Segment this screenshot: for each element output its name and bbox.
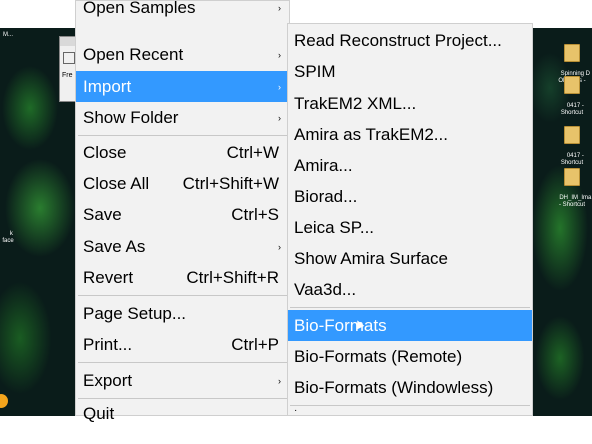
menu-item-shortcut: Ctrl+S xyxy=(231,204,279,224)
menu-item-label: Save xyxy=(83,204,122,224)
menu-item-close-all[interactable]: Close All Ctrl+Shift+W xyxy=(76,169,289,198)
menu-item-label: Vaa3d... xyxy=(294,279,357,299)
folder-icon xyxy=(564,76,580,94)
submenu-item-vaa3d[interactable]: Vaa3d... xyxy=(288,275,532,304)
desktop-shortcut-label: M... xyxy=(3,32,13,38)
menu-item-shortcut: Ctrl+Shift+R xyxy=(186,267,279,287)
menu-item-close[interactable]: Close Ctrl+W xyxy=(76,138,289,167)
submenu-arrow-icon: › xyxy=(278,375,281,386)
submenu-item-more[interactable]: · xyxy=(288,404,532,416)
submenu-arrow-icon: › xyxy=(278,2,281,13)
menu-item-label: TrakEM2 XML... xyxy=(294,93,417,113)
menu-item-label: Quit xyxy=(83,403,115,423)
submenu-arrow-icon: › xyxy=(278,241,281,252)
menu-separator xyxy=(78,362,287,363)
menu-item-label: Bio-Formats xyxy=(294,315,387,335)
menu-item-label: Bio-Formats (Windowless) xyxy=(294,377,494,397)
menu-item-label: Show Amira Surface xyxy=(294,248,449,268)
submenu-item-show-amira-surface[interactable]: Show Amira Surface xyxy=(288,244,532,273)
file-menu: Open Samples › Open Recent › Import › Sh… xyxy=(75,0,290,423)
desktop-shortcut-label: k face xyxy=(2,231,14,244)
menu-item-label: · xyxy=(294,404,298,416)
folder-icon xyxy=(564,44,580,62)
submenu-item-leica-sp[interactable]: Leica SP... xyxy=(288,213,532,242)
menu-separator xyxy=(78,295,287,296)
menu-item-open-samples[interactable]: Open Samples › xyxy=(76,0,289,22)
menu-item-quit[interactable]: Quit xyxy=(76,399,289,428)
menu-item-export[interactable]: Export › xyxy=(76,366,289,395)
submenu-arrow-icon: › xyxy=(278,112,281,123)
menu-item-label: Amira as TrakEM2... xyxy=(294,124,448,144)
menu-item-shortcut: Ctrl+W xyxy=(226,142,279,162)
submenu-item-trakem2-xml[interactable]: TrakEM2 XML... xyxy=(288,89,532,118)
menu-item-label: Revert xyxy=(83,267,134,287)
folder-icon xyxy=(564,126,580,144)
submenu-item-bio-formats[interactable]: Bio-Formats xyxy=(288,310,532,341)
submenu-arrow-icon: › xyxy=(278,81,281,92)
menu-item-save[interactable]: Save Ctrl+S xyxy=(76,200,289,229)
submenu-item-bio-formats-windowless[interactable]: Bio-Formats (Windowless) xyxy=(288,373,532,402)
menu-item-label: Page Setup... xyxy=(83,303,187,323)
menu-item-label: Show Folder xyxy=(83,107,179,127)
menu-item-print[interactable]: Print... Ctrl+P xyxy=(76,330,289,359)
menu-item-label: Import xyxy=(83,76,132,96)
submenu-item-bio-formats-remote[interactable]: Bio-Formats (Remote) xyxy=(288,342,532,371)
desktop-shortcut-left-top[interactable]: M... xyxy=(0,32,16,39)
menu-item-label: Bio-Formats (Remote) xyxy=(294,346,463,366)
submenu-item-amira-trakem2[interactable]: Amira as TrakEM2... xyxy=(288,120,532,149)
submenu-item-spim[interactable]: SPIM xyxy=(288,57,532,86)
menu-item-label: Close xyxy=(83,142,127,162)
menu-item-label: Biorad... xyxy=(294,186,358,206)
desktop-shortcut-label: DH_IM_Ima - Shortcut xyxy=(558,195,592,208)
menu-item-label: Amira... xyxy=(294,155,353,175)
menu-item-label: Close All xyxy=(83,173,150,193)
submenu-item-amira[interactable]: Amira... xyxy=(288,151,532,180)
submenu-item-read-reconstruct[interactable]: Read Reconstruct Project... xyxy=(288,26,532,55)
menu-separator xyxy=(78,135,287,136)
menu-item-import[interactable]: Import › xyxy=(76,71,289,102)
menu-item-label: Save As xyxy=(83,236,146,256)
submenu-arrow-icon: › xyxy=(278,49,281,60)
menu-item-show-folder[interactable]: Show Folder › xyxy=(76,103,289,132)
menu-item-label: SPIM xyxy=(294,61,336,81)
background-window-checkbox[interactable] xyxy=(63,52,75,64)
menu-item-open-recent[interactable]: Open Recent › xyxy=(76,40,289,69)
menu-item-revert[interactable]: Revert Ctrl+Shift+R xyxy=(76,263,289,292)
menu-separator xyxy=(290,307,530,308)
submenu-item-biorad[interactable]: Biorad... xyxy=(288,182,532,211)
desktop-shortcut-left-middle[interactable]: k face xyxy=(0,224,16,252)
menu-item-page-setup[interactable]: Page Setup... xyxy=(76,299,289,328)
menu-item-label: Leica SP... xyxy=(294,217,375,237)
menu-item-shortcut: Ctrl+P xyxy=(231,334,279,354)
menu-item-label: Open Recent xyxy=(83,44,184,64)
menu-item-save-as[interactable]: Save As › xyxy=(76,232,289,261)
menu-item-label: Read Reconstruct Project... xyxy=(294,30,502,50)
menu-item-label: Export xyxy=(83,370,133,390)
desktop-shortcut-dh-im[interactable]: DH_IM_Ima - Shortcut xyxy=(552,154,592,216)
menu-item-shortcut: Ctrl+Shift+W xyxy=(182,173,279,193)
menu-item-label: Open Samples xyxy=(83,0,196,17)
import-submenu: Read Reconstruct Project... SPIM TrakEM2… xyxy=(287,23,533,416)
folder-icon xyxy=(564,168,580,186)
menu-item-label: Print... xyxy=(83,334,133,354)
